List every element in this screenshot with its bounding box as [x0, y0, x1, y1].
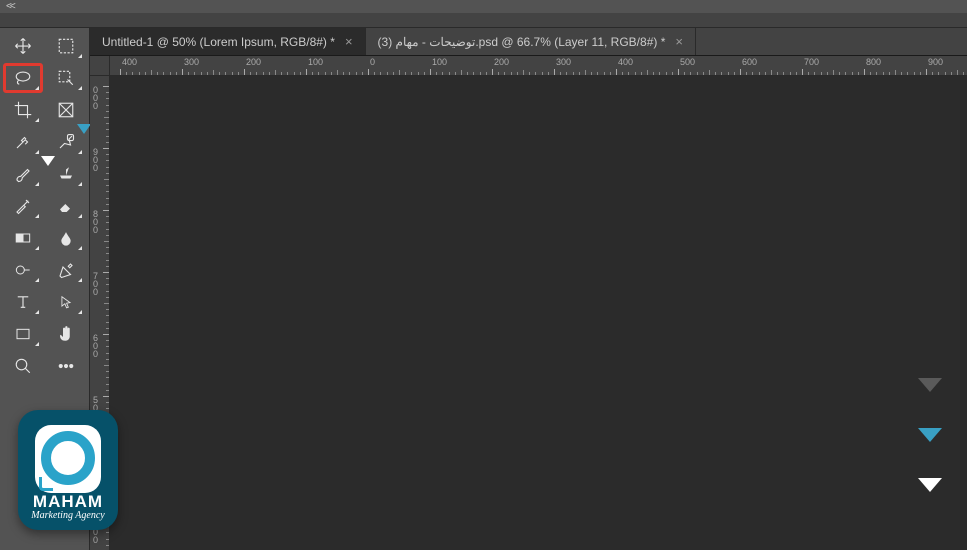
history-brush-tool[interactable] [4, 192, 42, 220]
magic-wand-tool[interactable] [47, 64, 85, 92]
logo-tagline: Marketing Agency [31, 510, 104, 521]
zoom-tool[interactable] [4, 352, 42, 380]
pen-tool[interactable] [47, 256, 85, 284]
photoshop-window: << [0, 0, 967, 550]
collapse-arrows-icon[interactable]: << [6, 1, 14, 12]
body: Untitled-1 @ 50% (Lorem Ipsum, RGB/8#) *… [0, 28, 967, 550]
lasso-tool[interactable] [4, 64, 42, 92]
move-tool[interactable] [4, 32, 42, 60]
crop-tool[interactable] [4, 96, 42, 124]
close-icon[interactable]: × [345, 34, 353, 49]
canvas[interactable] [110, 76, 967, 550]
frame-tool[interactable] [47, 96, 85, 124]
rectangle-tool[interactable] [4, 320, 42, 348]
clone-stamp-tool[interactable] [47, 160, 85, 188]
watermark-logo: MAHAM Marketing Agency [18, 410, 118, 530]
tab-active[interactable]: Untitled-1 @ 50% (Lorem Ipsum, RGB/8#) *… [90, 28, 366, 55]
spot-heal-tool[interactable] [47, 128, 85, 156]
gradient-tool[interactable] [4, 224, 42, 252]
edit-toolbar[interactable] [47, 352, 85, 380]
document-tabs: Untitled-1 @ 50% (Lorem Ipsum, RGB/8#) *… [90, 28, 967, 56]
tab-label: توضيحات - مهام (3).psd @ 66.7% (Layer 11… [378, 35, 666, 49]
eraser-tool[interactable] [47, 192, 85, 220]
horizontal-ruler[interactable]: 4003002001000100200300400500600700800900 [110, 56, 967, 76]
close-icon[interactable]: × [675, 34, 683, 49]
tab-label: Untitled-1 @ 50% (Lorem Ipsum, RGB/8#) * [102, 35, 335, 49]
path-selection-tool[interactable] [47, 288, 85, 316]
rectangular-marquee-tool[interactable] [47, 32, 85, 60]
tools-grid [0, 28, 89, 384]
topbar: << [0, 0, 967, 13]
ruler-origin[interactable] [90, 56, 110, 76]
brush-tool[interactable] [4, 160, 42, 188]
main-area: Untitled-1 @ 50% (Lorem Ipsum, RGB/8#) *… [90, 28, 967, 550]
dodge-tool[interactable] [4, 256, 42, 284]
workspace: 4003002001000100200300400500600700800900… [90, 56, 967, 550]
hand-tool[interactable] [47, 320, 85, 348]
marker-triangle-grey-icon [918, 378, 942, 392]
logo-name: MAHAM [33, 493, 103, 510]
blur-tool[interactable] [47, 224, 85, 252]
eyedropper-tool[interactable] [4, 128, 42, 156]
options-bar [0, 13, 967, 28]
marker-triangle-white-icon [918, 478, 942, 492]
marker-triangle-cyan-icon [918, 428, 942, 442]
type-tool[interactable] [4, 288, 42, 316]
tab-inactive[interactable]: توضيحات - مهام (3).psd @ 66.7% (Layer 11… [366, 28, 696, 55]
